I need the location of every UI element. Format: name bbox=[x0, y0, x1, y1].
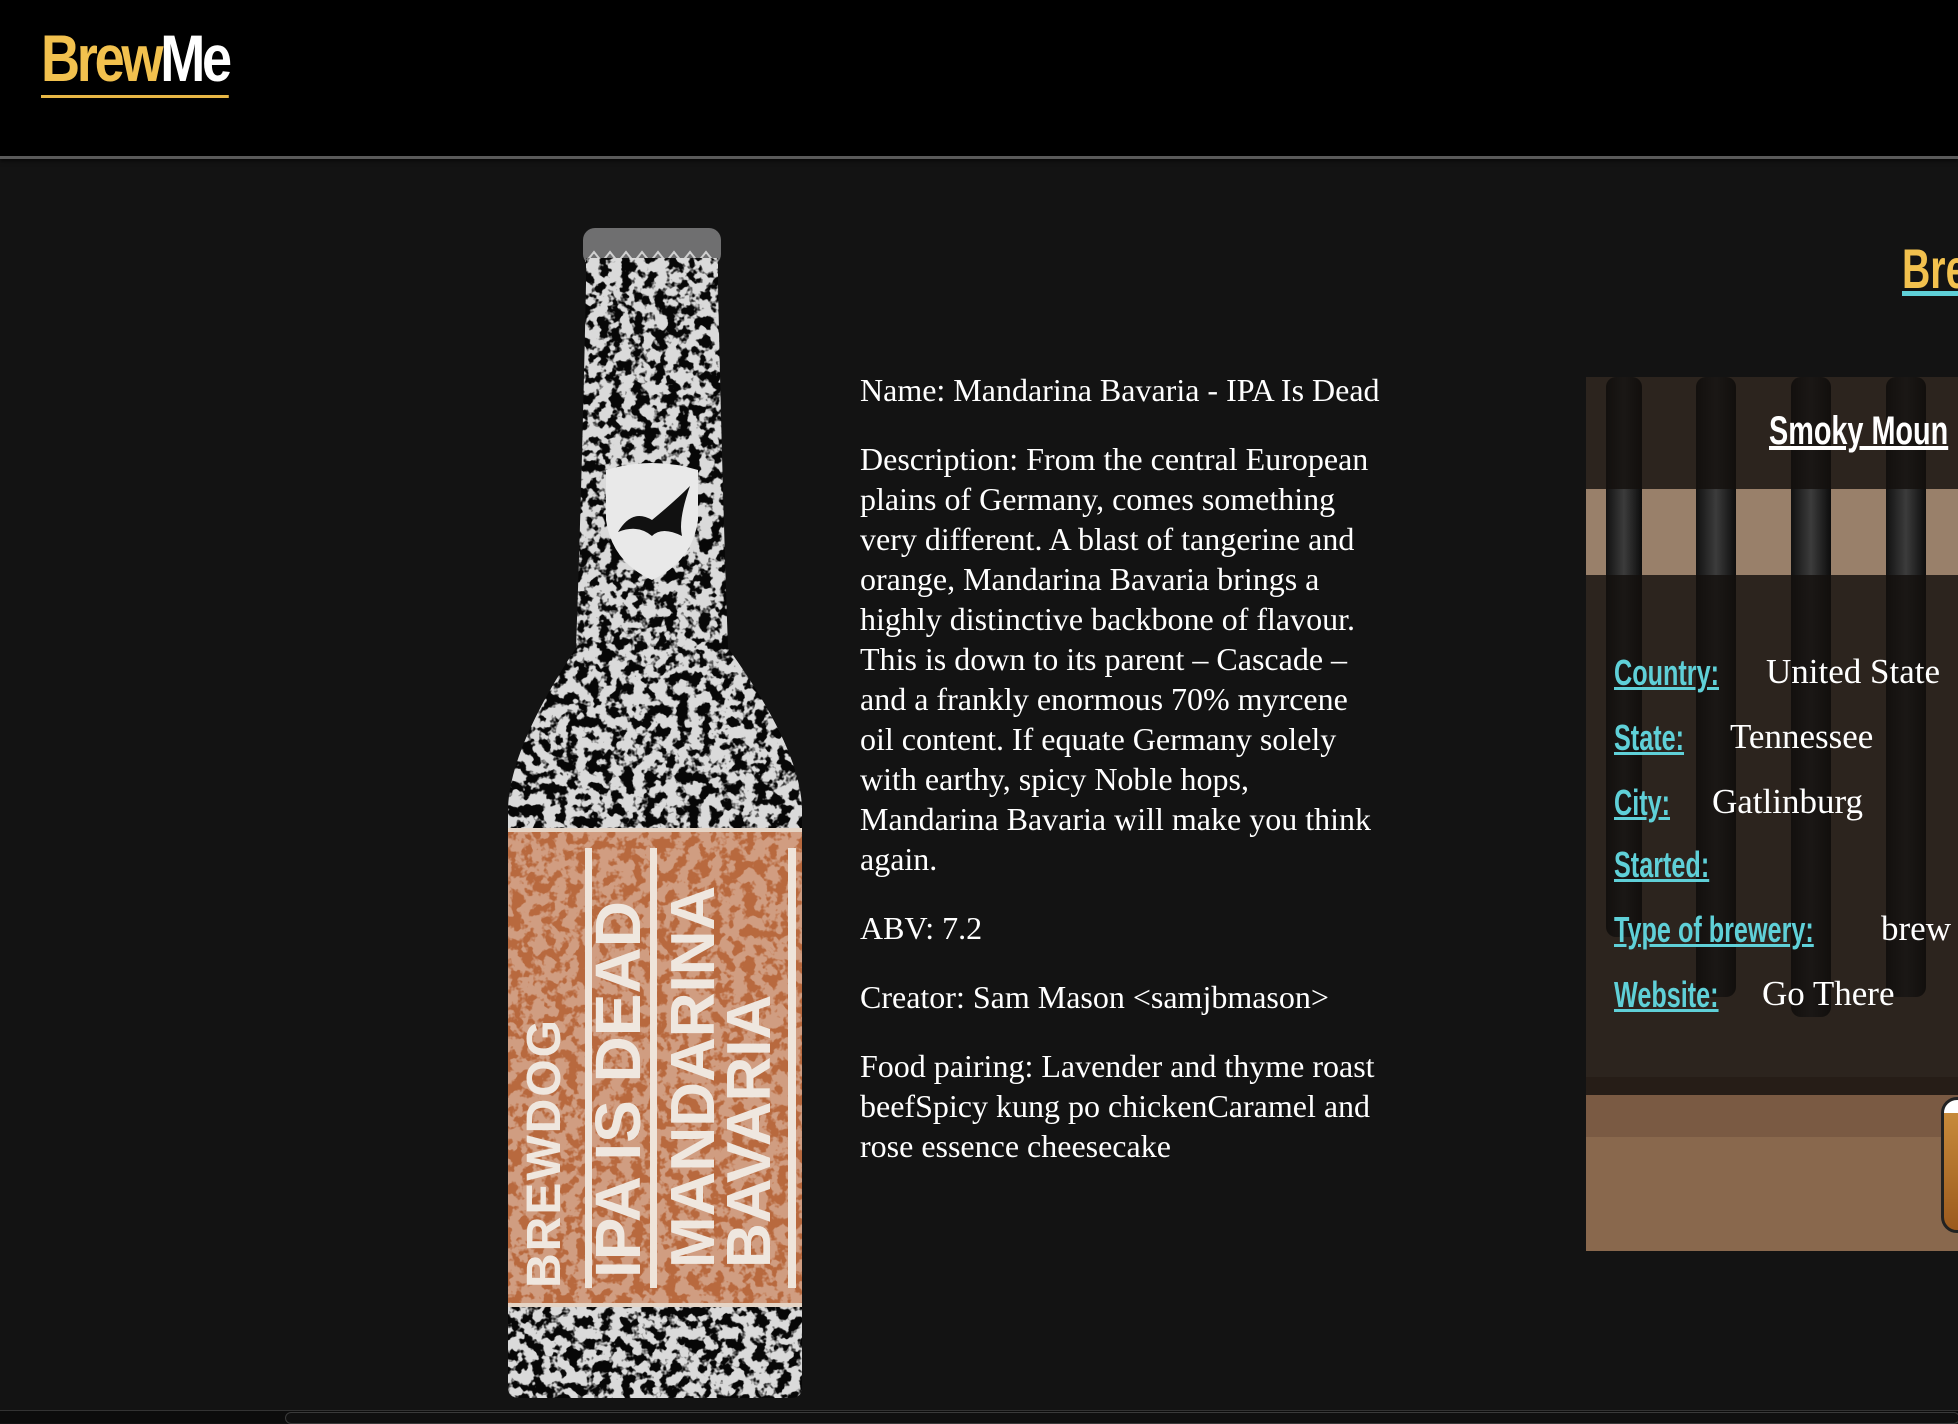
beer-details: Name: Mandarina Bavaria - IPA Is Dead De… bbox=[860, 370, 1380, 1195]
city-row: City: Gatlinburg bbox=[1614, 782, 1863, 824]
beer-abv: ABV: 7.2 bbox=[860, 910, 983, 946]
logo-me-text: Me bbox=[160, 21, 232, 95]
beer-glass-image bbox=[1941, 1097, 1958, 1233]
started-label: Started: bbox=[1614, 844, 1710, 885]
website-link[interactable]: Go There bbox=[1762, 974, 1895, 1013]
city-label: City: bbox=[1614, 782, 1670, 823]
state-label: State: bbox=[1614, 717, 1685, 758]
brewery-name-link[interactable]: Smoky Moun bbox=[1769, 409, 1948, 454]
country-label: Country: bbox=[1614, 652, 1719, 693]
label-brand-text: BREWDOG bbox=[518, 1018, 571, 1288]
type-value: brew bbox=[1881, 909, 1951, 948]
brewme-logo-link[interactable]: BrewMe bbox=[41, 21, 232, 98]
state-value: Tennessee bbox=[1730, 717, 1874, 756]
website-row: Website: Go There bbox=[1614, 974, 1895, 1016]
brewery-section-title[interactable]: Bre bbox=[1902, 236, 1958, 301]
beer-creator: Creator: Sam Mason <samjbmason> bbox=[860, 979, 1329, 1015]
beer-bottle-image: BREWDOG IPA IS DEAD MANDARINA BAVARIA bbox=[500, 228, 810, 1398]
country-value: United State bbox=[1766, 652, 1940, 691]
country-row: Country: United State bbox=[1614, 652, 1940, 694]
beer-description: Description: From the central European p… bbox=[860, 441, 1371, 877]
top-nav: BrewMe bbox=[0, 0, 1958, 159]
website-label: Website: bbox=[1614, 974, 1719, 1015]
state-row: State: Tennessee bbox=[1614, 717, 1873, 759]
beer-name: Name: Mandarina Bavaria - IPA Is Dead bbox=[860, 372, 1380, 408]
type-label: Type of brewery: bbox=[1614, 909, 1814, 950]
logo-brew-text: Brew bbox=[41, 21, 164, 95]
label-line3-text: BAVARIA bbox=[715, 995, 784, 1268]
label-line1-text: IPA IS DEAD bbox=[582, 901, 654, 1278]
city-value: Gatlinburg bbox=[1712, 782, 1864, 821]
horizontal-scrollbar[interactable] bbox=[285, 1412, 1958, 1424]
started-row: Started: bbox=[1614, 844, 1750, 886]
beer-food-pairing: Food pairing: Lavender and thyme roast b… bbox=[860, 1048, 1375, 1164]
brewery-card: Smoky Moun Country: United State State: … bbox=[1586, 377, 1958, 1251]
type-row: Type of brewery: brew bbox=[1614, 909, 1951, 951]
